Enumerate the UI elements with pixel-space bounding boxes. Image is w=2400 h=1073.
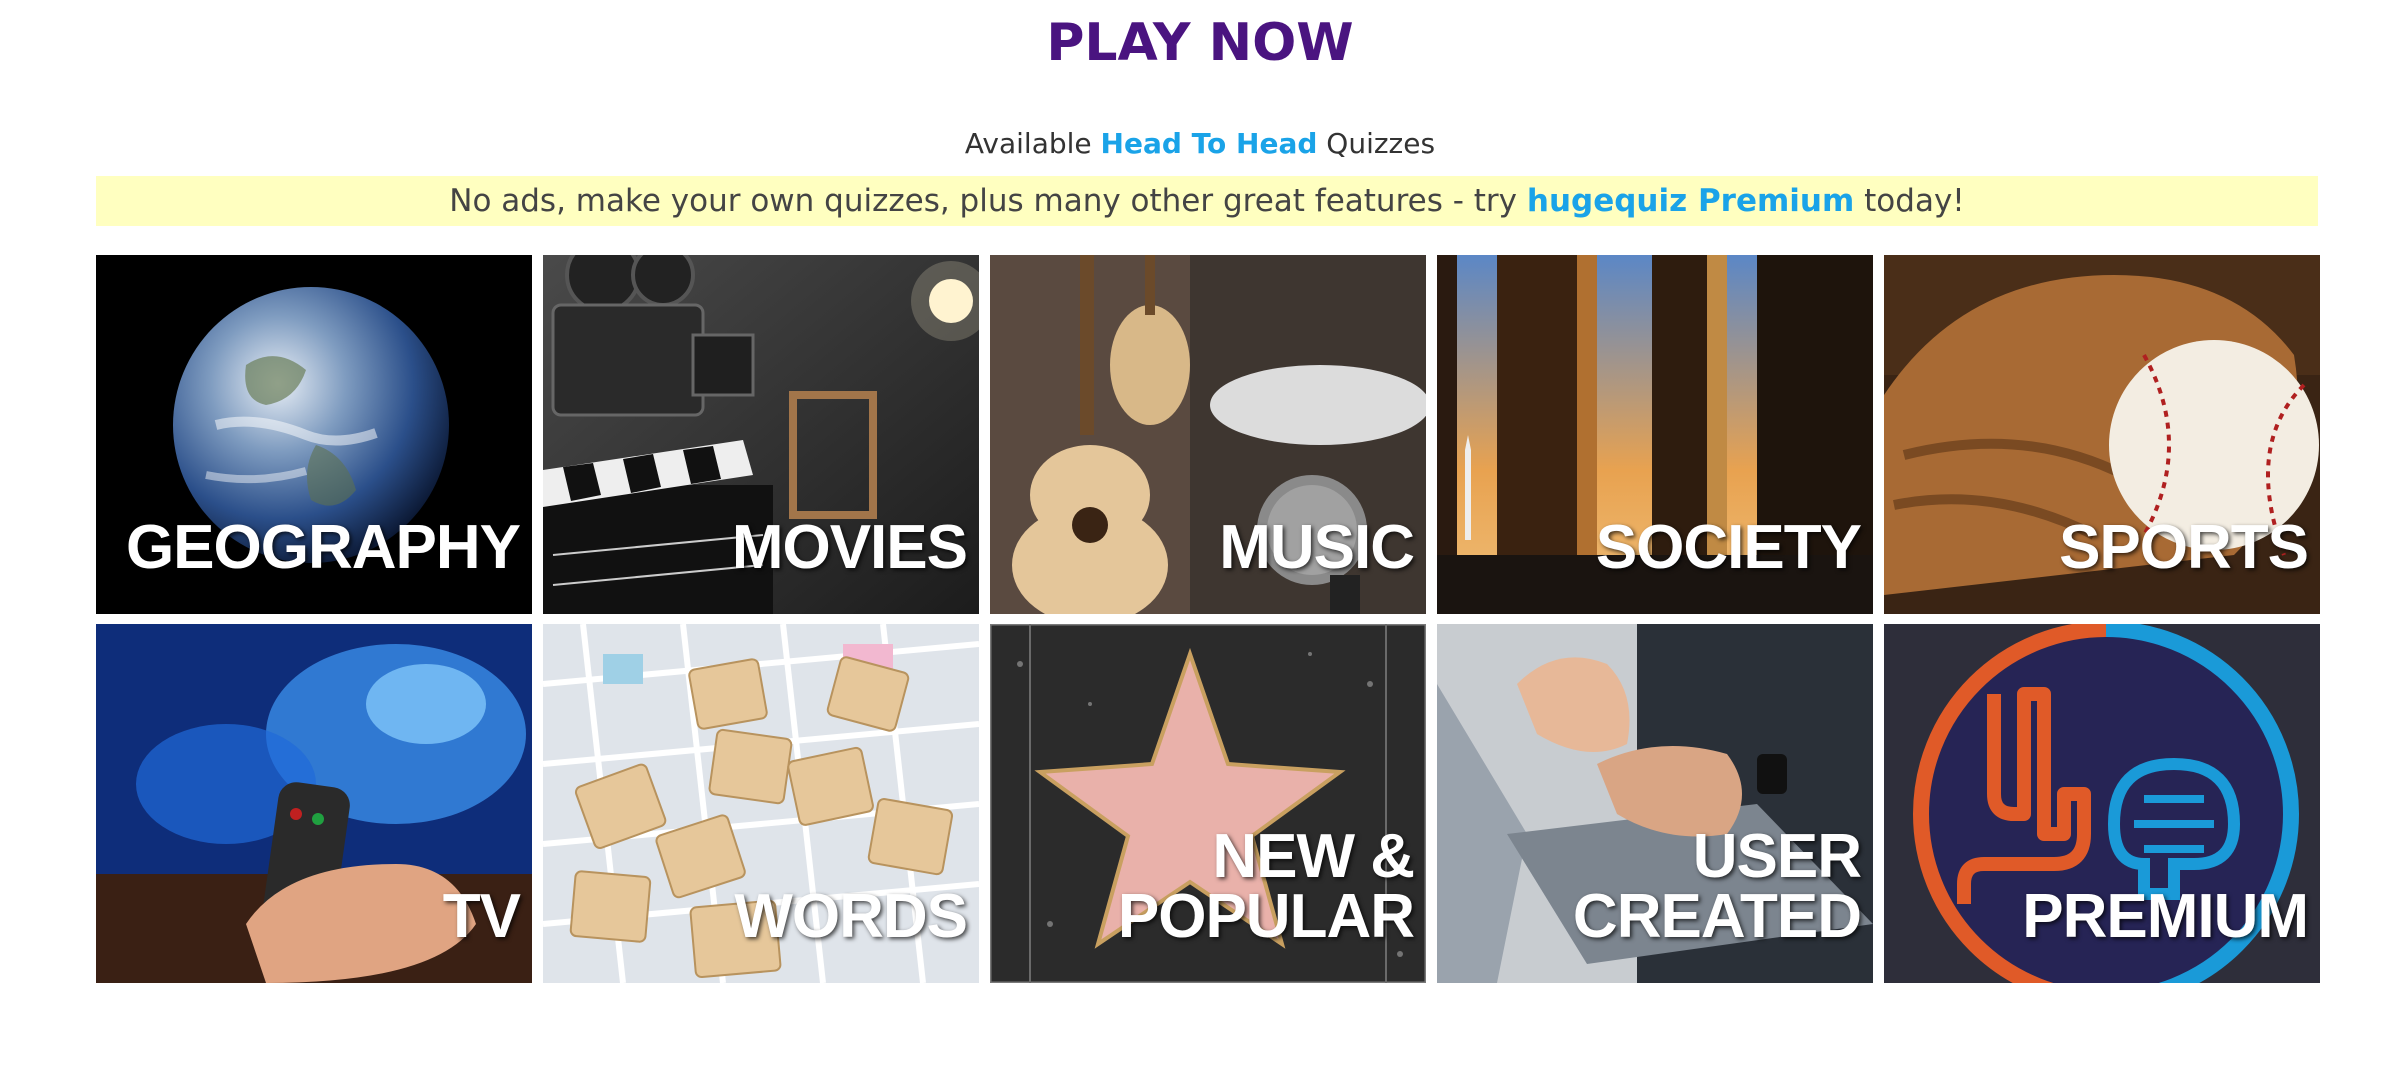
category-label: MUSIC (1219, 513, 1415, 582)
category-label: PREMIUM (2022, 882, 2309, 951)
category-label-line2: POPULAR (1117, 882, 1415, 951)
category-label-line1: USER (1692, 822, 1862, 891)
category-label: TV (442, 882, 521, 951)
category-label-line1: NEW & (1212, 822, 1415, 891)
category-label: SOCIETY (1595, 513, 1862, 582)
category-grid: GEOGRAPHY MOVIES MUSIC SOCIETY SPORTS TV… (96, 255, 2320, 983)
category-label: WORDS (734, 882, 968, 951)
category-tile-movies[interactable]: MOVIES (543, 255, 979, 614)
subtitle: Available Head To Head Quizzes (0, 124, 2400, 164)
subtitle-suffix: Quizzes (1317, 127, 1436, 160)
category-label: NEW & POPULAR (1117, 822, 1415, 951)
category-tile-geography[interactable]: GEOGRAPHY (96, 255, 532, 614)
promo-banner: No ads, make your own quizzes, plus many… (96, 176, 2318, 226)
category-tile-words[interactable]: WORDS (543, 624, 979, 983)
category-label: USER CREATED (1572, 822, 1862, 951)
page-title: PLAY NOW (1046, 13, 1354, 73)
category-tile-music[interactable]: MUSIC (990, 255, 1426, 614)
promo-suffix: today! (1854, 183, 1965, 219)
category-label: GEOGRAPHY (125, 513, 521, 582)
category-tile-society[interactable]: SOCIETY (1437, 255, 1873, 614)
category-label-line2: CREATED (1572, 882, 1862, 951)
subtitle-highlight: Head To Head (1100, 127, 1318, 160)
category-tile-premium[interactable]: PREMIUM (1884, 624, 2320, 983)
category-tile-new-popular[interactable]: NEW & POPULAR (990, 624, 1426, 983)
premium-link[interactable]: hugequiz Premium (1527, 183, 1854, 219)
category-tile-sports[interactable]: SPORTS (1884, 255, 2320, 614)
promo-prefix: No ads, make your own quizzes, plus many… (449, 183, 1527, 219)
category-label: MOVIES (731, 513, 968, 582)
subtitle-prefix: Available (964, 127, 1101, 160)
category-tile-tv[interactable]: TV (96, 624, 532, 983)
category-tile-user-created[interactable]: USER CREATED (1437, 624, 1873, 983)
category-label: SPORTS (2059, 513, 2309, 582)
